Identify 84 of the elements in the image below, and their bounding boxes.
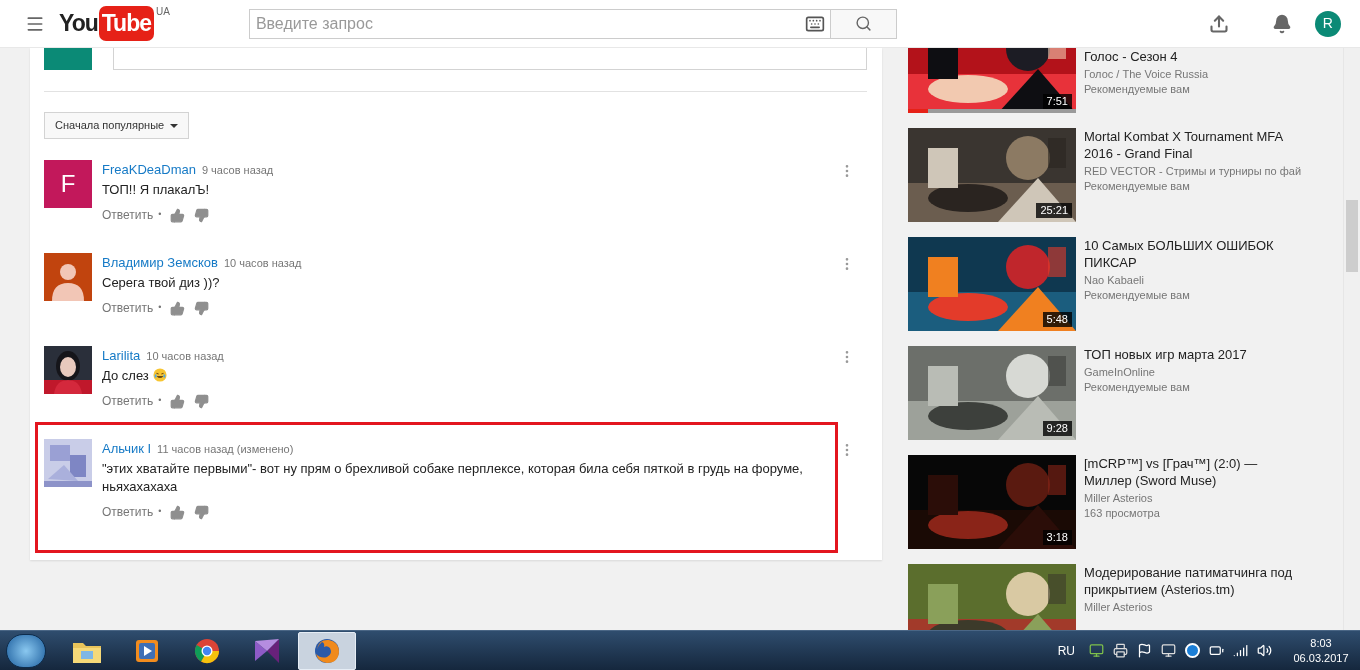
like-icon[interactable] xyxy=(170,393,186,409)
display-tray-icon[interactable] xyxy=(1089,643,1104,658)
video-meta: Рекомендуемые вам xyxy=(1084,179,1191,194)
comment-time[interactable]: 10 часов назад xyxy=(146,348,224,365)
duration-badge: 7:51 xyxy=(1042,94,1072,109)
clock-date[interactable]: 06.03.2017 xyxy=(1293,650,1349,666)
video-title[interactable]: Модерирование патиматчинга под прикрытием (Asterios.tm) xyxy=(1084,564,1299,598)
start-button[interactable] xyxy=(6,633,46,668)
dislike-icon[interactable] xyxy=(194,207,210,223)
video-meta: Рекомендуемые вам xyxy=(1084,380,1191,395)
account-avatar[interactable]: R xyxy=(1314,10,1341,37)
flag-tray-icon[interactable] xyxy=(1137,643,1152,658)
duration-badge: 9:28 xyxy=(1042,421,1072,436)
dislike-icon[interactable] xyxy=(194,300,210,316)
scrollbar[interactable] xyxy=(1343,48,1360,630)
video-meta: Рекомендуемые вам xyxy=(1084,82,1191,97)
notifications-icon[interactable] xyxy=(1271,13,1292,34)
comment-input[interactable] xyxy=(113,48,867,70)
studio-icon xyxy=(252,636,282,665)
scrollbar-thumb[interactable] xyxy=(1346,200,1358,272)
comment-time[interactable]: 11 часов назад (изменено) xyxy=(157,441,294,458)
volume-tray-icon[interactable] xyxy=(1257,643,1272,658)
sort-dropdown[interactable]: Сначала популярные xyxy=(44,112,190,139)
user-avatar xyxy=(44,48,92,70)
channel-name[interactable]: RED VECTOR - Стримы и турниры по фай xyxy=(1084,163,1299,179)
comment-time[interactable]: 9 часов назад xyxy=(201,162,274,179)
battery-tray-icon[interactable] xyxy=(1209,643,1224,658)
reply-link[interactable]: Ответить xyxy=(102,503,154,521)
avatar-silhouette-icon[interactable] xyxy=(44,253,92,301)
like-icon[interactable] xyxy=(170,504,186,520)
taskbar-app[interactable] xyxy=(298,631,356,670)
reply-link[interactable]: Ответить xyxy=(102,392,154,410)
video-meta: Рекомендуемые вам xyxy=(1084,288,1191,303)
channel-name[interactable]: GameInOnline xyxy=(1084,364,1299,380)
video-title[interactable]: [mCRP™] vs [Грач™] (2:0) — Миллер (Sword Muse) xyxy=(1084,455,1299,489)
like-icon[interactable] xyxy=(170,300,186,316)
comment-text: "этих хватайте первыми"- вот ну прям о брехливой собаке перплексе, которая била себя пяткой в грудь на форуме, ньяхахахаха xyxy=(102,461,803,494)
reply-link[interactable]: Ответить xyxy=(102,206,154,224)
channel-name[interactable]: Miller Asterios xyxy=(1084,599,1299,615)
signal-tray-icon[interactable] xyxy=(1233,643,1248,658)
duration-badge: 3:18 xyxy=(1042,530,1072,545)
dislike-icon[interactable] xyxy=(194,393,210,409)
duration-badge: 5:48 xyxy=(1042,312,1072,327)
reply-link[interactable]: Ответить xyxy=(102,299,154,317)
logo-text[interactable]: You xyxy=(59,6,98,41)
search-icon xyxy=(854,15,872,32)
search-field[interactable]: Введите запрос xyxy=(248,8,831,39)
caret-icon xyxy=(170,123,179,128)
video-title[interactable]: ТОП новых игр марта 2017 xyxy=(1084,346,1299,363)
avatar[interactable]: F xyxy=(44,160,92,208)
comment-author[interactable]: Альчик I xyxy=(102,439,152,459)
video-title[interactable]: 10 Самых БОЛЬШИХ ОШИБОК ПИКСАР xyxy=(1084,237,1299,271)
separator-dot: • xyxy=(158,301,162,315)
dislike-icon[interactable] xyxy=(194,504,210,520)
separator-dot: • xyxy=(158,394,162,408)
comment-time[interactable]: 10 часов назад xyxy=(223,255,302,272)
separator-dot: • xyxy=(158,505,162,519)
region-label: UA xyxy=(155,5,170,20)
language-indicator[interactable]: RU xyxy=(1057,641,1075,660)
laughing-emoji-icon xyxy=(152,368,167,382)
channel-name[interactable]: Miller Asterios xyxy=(1084,490,1299,506)
channel-name[interactable]: Голос / The Voice Russia xyxy=(1084,66,1299,82)
comment-author[interactable]: Larilita xyxy=(102,346,141,366)
upload-icon[interactable] xyxy=(1208,13,1229,34)
clock-time[interactable]: 8:03 xyxy=(1310,635,1332,651)
security-tray-icon[interactable] xyxy=(1185,643,1200,658)
comment-text: Серега твой диз ))? xyxy=(102,275,220,290)
video-meta: 163 просмотра xyxy=(1084,506,1161,521)
search-button[interactable] xyxy=(830,8,897,39)
comment-author[interactable]: Владимир Земсков xyxy=(102,253,218,273)
like-icon[interactable] xyxy=(170,207,186,223)
screen-tray-icon[interactable] xyxy=(1161,643,1176,658)
video-title[interactable]: Mortal Kombat X Tournament MFA 2016 - Grand Final xyxy=(1084,128,1299,162)
channel-name[interactable]: Nao Kabaeli xyxy=(1084,272,1299,288)
comment-author[interactable]: FreaKDeaDman xyxy=(102,160,196,180)
firefox-icon xyxy=(313,636,341,665)
comment-text: До слез xyxy=(102,368,149,383)
browser-icon xyxy=(193,636,221,665)
device-tray-icon[interactable] xyxy=(1113,643,1128,658)
separator-dot: • xyxy=(158,208,162,222)
duration-badge: 25:21 xyxy=(1036,203,1072,218)
video-title[interactable]: Голос - Сезон 4 xyxy=(1084,48,1299,65)
comment-text: ТОП!! Я плакалЪ! xyxy=(102,182,210,197)
logo-text[interactable]: Tube xyxy=(98,6,154,41)
